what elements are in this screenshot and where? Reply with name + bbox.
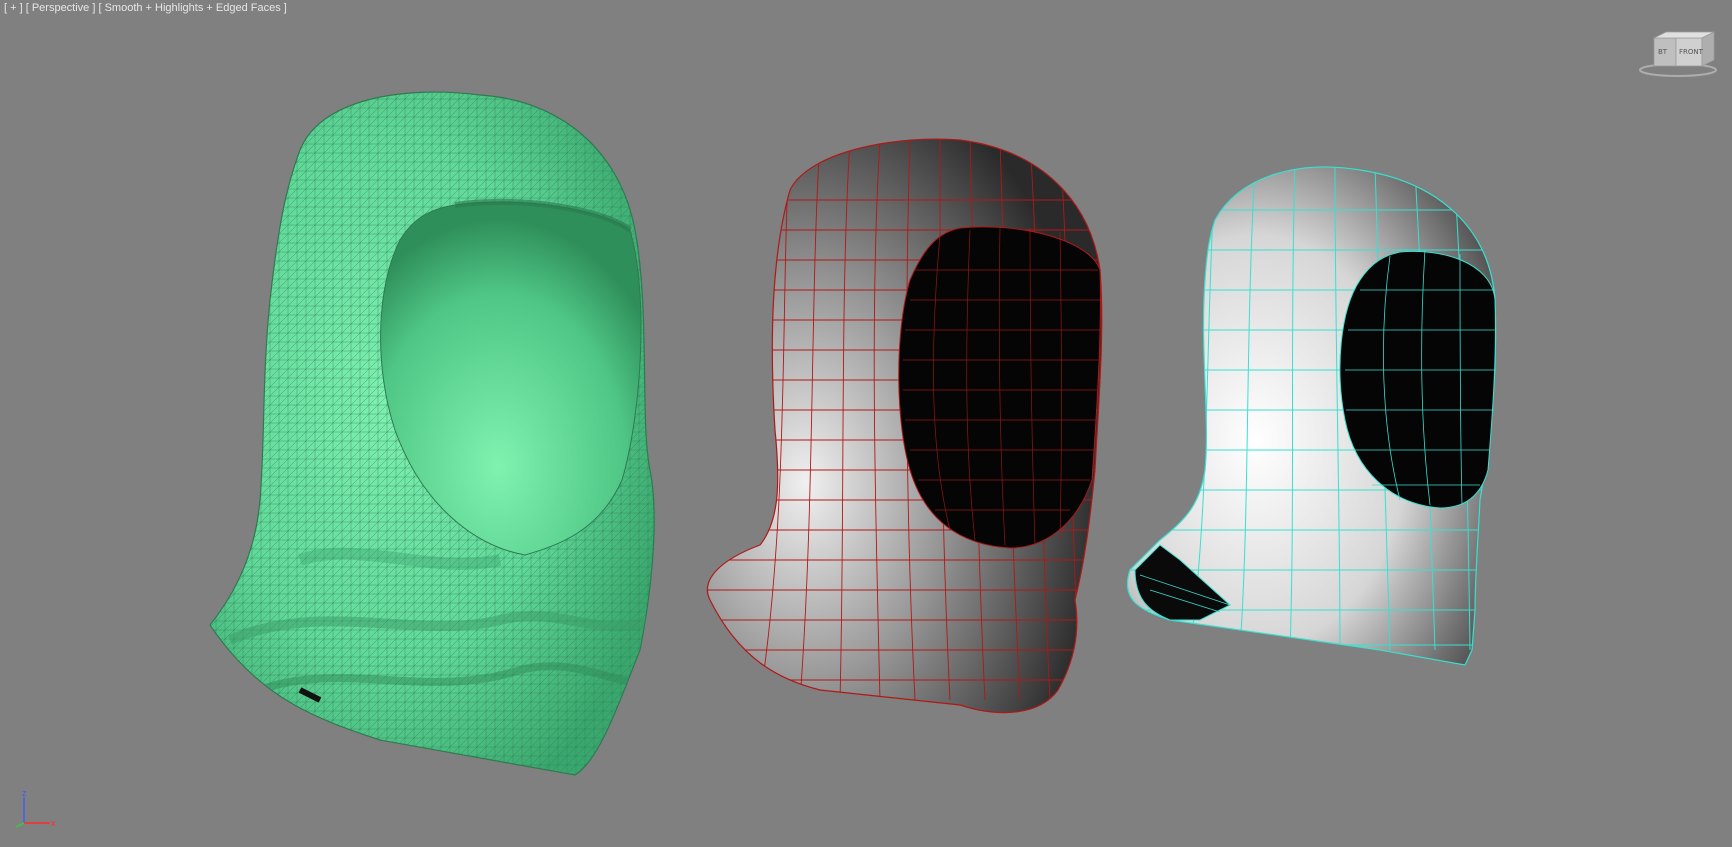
- axis-y-line: [15, 822, 25, 828]
- hood-midpoly-mesh[interactable]: [700, 138, 1103, 714]
- viewcube-widget[interactable]: BT FRONT: [1632, 30, 1724, 86]
- axis-z-label: z: [22, 789, 27, 798]
- hood-lowpoly-mesh[interactable]: [1126, 160, 1500, 666]
- scene-canvas[interactable]: [0, 0, 1732, 847]
- hood-highpoly-mesh[interactable]: [180, 80, 680, 800]
- viewcube-face-left[interactable]: BT: [1658, 48, 1668, 56]
- perspective-viewport[interactable]: [ + ] [ Perspective ] [ Smooth + Highlig…: [0, 0, 1732, 847]
- axis-x-label: x: [51, 818, 56, 828]
- viewcube-face-front[interactable]: FRONT: [1679, 48, 1704, 56]
- axis-tripod: z x: [15, 789, 56, 828]
